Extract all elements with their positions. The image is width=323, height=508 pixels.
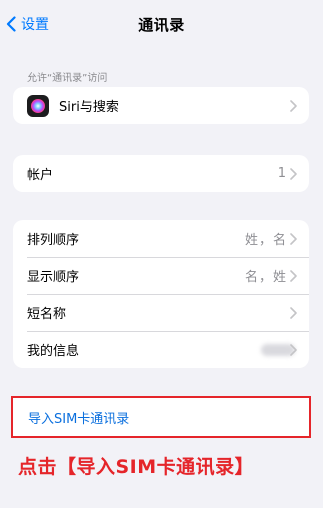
accounts-count: 1 bbox=[277, 166, 287, 181]
accounts-group: 帐户 1 bbox=[13, 155, 309, 192]
navigation-bar: 设置 通讯录 bbox=[0, 0, 323, 48]
siri-icon bbox=[27, 94, 49, 117]
display-order-row[interactable]: 显示顺序 名，姓 bbox=[13, 257, 309, 294]
import-sim-contacts-button[interactable]: 导入SIM卡通讯录 bbox=[11, 396, 311, 438]
instruction-caption: 点击【导入SIM卡通讯录】 bbox=[18, 456, 255, 478]
chevron-right-icon bbox=[290, 269, 297, 282]
chevron-right-icon bbox=[290, 232, 297, 245]
accounts-label: 帐户 bbox=[27, 168, 54, 183]
short-name-row[interactable]: 短名称 bbox=[13, 294, 309, 331]
short-name-label: 短名称 bbox=[27, 307, 67, 322]
siri-section-header: 允许“通讯录”访问 bbox=[27, 73, 108, 84]
siri-group: Siri与搜索 bbox=[13, 87, 309, 124]
sort-order-value: 姓，名 bbox=[244, 233, 287, 248]
chevron-right-icon bbox=[290, 343, 297, 356]
page-title: 通讯录 bbox=[138, 16, 185, 34]
siri-search-row[interactable]: Siri与搜索 bbox=[13, 87, 309, 124]
my-info-row[interactable]: 我的信息 bbox=[13, 331, 309, 368]
siri-search-label: Siri与搜索 bbox=[59, 100, 119, 115]
contacts-settings-group: 排列顺序 姓，名 显示顺序 名，姓 短名称 我的信息 bbox=[13, 220, 309, 368]
chevron-right-icon bbox=[290, 167, 297, 180]
accounts-row[interactable]: 帐户 1 bbox=[13, 155, 309, 192]
my-info-label: 我的信息 bbox=[27, 344, 80, 359]
chevron-right-icon bbox=[290, 306, 297, 319]
sort-order-label: 排列顺序 bbox=[27, 233, 80, 248]
display-order-label: 显示顺序 bbox=[27, 270, 80, 285]
import-sim-contacts-label: 导入SIM卡通讯录 bbox=[28, 411, 130, 427]
display-order-value: 名，姓 bbox=[244, 270, 287, 285]
chevron-right-icon bbox=[290, 99, 297, 112]
sort-order-row[interactable]: 排列顺序 姓，名 bbox=[13, 220, 309, 257]
